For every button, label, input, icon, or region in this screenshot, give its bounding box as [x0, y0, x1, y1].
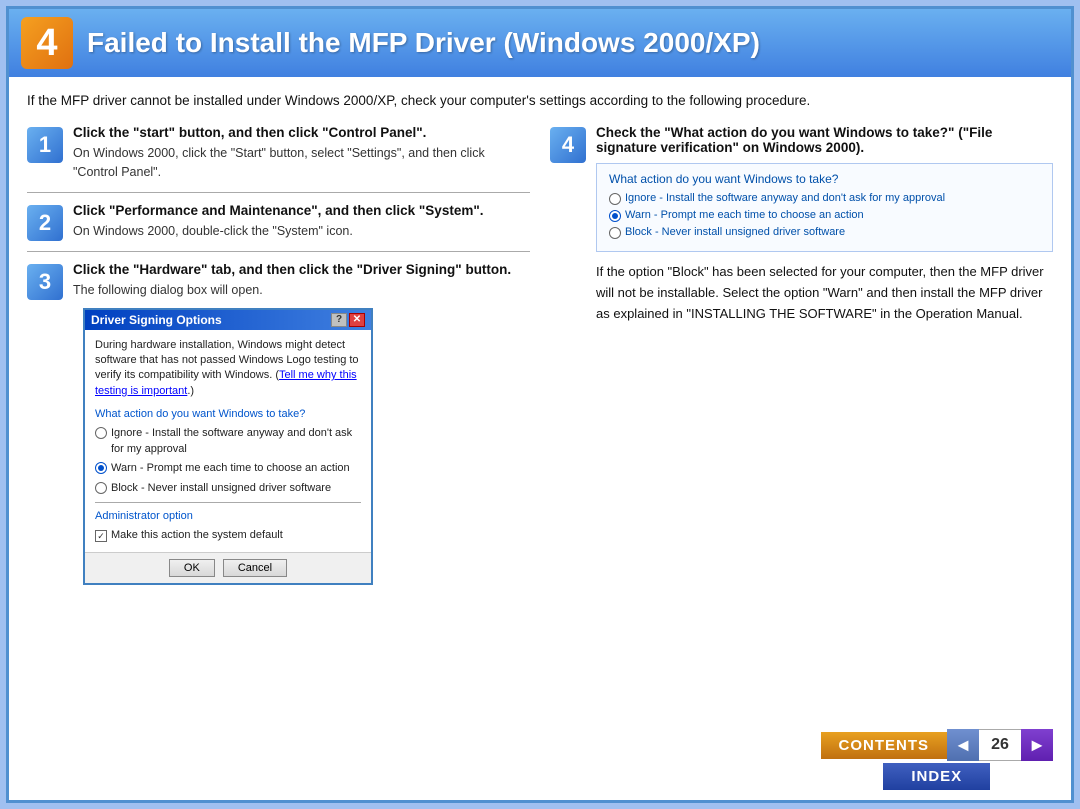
content-area: If the MFP driver cannot be installed un… [9, 77, 1071, 615]
intro-text: If the MFP driver cannot be installed un… [27, 91, 1053, 111]
step-3-desc: The following dialog box will open. [73, 281, 530, 300]
page-header: 4 Failed to Install the MFP Driver (Wind… [9, 9, 1071, 77]
step-4-content: Check the "What action do you want Windo… [596, 125, 1053, 324]
what-action-title: What action do you want Windows to take? [609, 172, 1040, 186]
result-text: If the option "Block" has been selected … [596, 262, 1053, 324]
step-2-block: 2 Click "Performance and Maintenance", a… [27, 203, 530, 252]
contents-button[interactable]: CONTENTS [821, 732, 948, 759]
dialog-separator [95, 502, 361, 503]
dialog-controls: ? ✕ [331, 313, 365, 327]
action-radio-block-dot [609, 227, 621, 239]
action-radio-block-label: Block - Never install unsigned driver so… [625, 226, 845, 238]
step-3-content: Click the "Hardware" tab, and then click… [73, 262, 530, 585]
nav-top-row: CONTENTS ◄ 26 ► [821, 729, 1054, 761]
dialog-link[interactable]: Tell me why this testing is important [95, 369, 357, 396]
dialog-radio-warn-dot [95, 462, 107, 474]
dialog-close-button[interactable]: ✕ [349, 313, 365, 327]
dialog-radio-ignore[interactable]: Ignore - Install the software anyway and… [95, 426, 361, 457]
dialog-section-title: What action do you want Windows to take? [95, 407, 361, 422]
dialog-body: During hardware installation, Windows mi… [85, 330, 371, 552]
action-radio-ignore-dot [609, 193, 621, 205]
dialog-title-text: Driver Signing Options [91, 313, 222, 327]
dialog-radio-warn-label: Warn - Prompt me each time to choose an … [111, 461, 350, 476]
index-button[interactable]: INDEX [883, 763, 990, 790]
step-1-block: 1 Click the "start" button, and then cli… [27, 125, 530, 193]
dialog-help-button[interactable]: ? [331, 313, 347, 327]
step-3-number: 3 [27, 264, 63, 300]
prev-page-button[interactable]: ◄ [947, 729, 979, 761]
what-action-box: What action do you want Windows to take?… [596, 163, 1053, 252]
dialog-radio-block-label: Block - Never install unsigned driver so… [111, 481, 331, 496]
step-1-content: Click the "start" button, and then click… [73, 125, 530, 182]
page-title: Failed to Install the MFP Driver (Window… [87, 27, 760, 59]
dialog-checkbox-option[interactable]: Make this action the system default [95, 528, 361, 543]
dialog-titlebar: Driver Signing Options ? ✕ [85, 310, 371, 330]
action-radio-ignore[interactable]: Ignore - Install the software anyway and… [609, 192, 1040, 205]
header-step-number: 4 [21, 17, 73, 69]
dialog-radio-ignore-dot [95, 427, 107, 439]
dialog-radio-ignore-label: Ignore - Install the software anyway and… [111, 426, 361, 457]
action-radio-warn-dot [609, 210, 621, 222]
step-4-number: 4 [550, 127, 586, 163]
step-4-block: 4 Check the "What action do you want Win… [550, 125, 1053, 324]
step-4-title: Check the "What action do you want Windo… [596, 125, 1053, 155]
page-number: 26 [979, 729, 1021, 761]
step-1-number: 1 [27, 127, 63, 163]
dialog-body-text: During hardware installation, Windows mi… [95, 338, 361, 400]
dialog-radio-block[interactable]: Block - Never install unsigned driver so… [95, 481, 361, 496]
step-2-number: 2 [27, 205, 63, 241]
step-2-desc: On Windows 2000, double-click the "Syste… [73, 222, 530, 241]
action-radio-warn[interactable]: Warn - Prompt me each time to choose an … [609, 209, 1040, 222]
step-3-block: 3 Click the "Hardware" tab, and then cli… [27, 262, 530, 595]
driver-signing-dialog: Driver Signing Options ? ✕ During hardwa… [83, 308, 373, 585]
dialog-radio-block-dot [95, 482, 107, 494]
right-column: 4 Check the "What action do you want Win… [550, 125, 1053, 605]
bottom-navigation: CONTENTS ◄ 26 ► INDEX [821, 729, 1054, 790]
step-3-title: Click the "Hardware" tab, and then click… [73, 262, 530, 277]
admin-section-title: Administrator option [95, 509, 361, 524]
step-1-title: Click the "start" button, and then click… [73, 125, 530, 140]
step-1-desc: On Windows 2000, click the "Start" butto… [73, 144, 530, 182]
dialog-footer: OK Cancel [85, 552, 371, 583]
action-radio-warn-label: Warn - Prompt me each time to choose an … [625, 209, 864, 221]
dialog-radio-warn[interactable]: Warn - Prompt me each time to choose an … [95, 461, 361, 476]
dialog-ok-button[interactable]: OK [169, 559, 215, 577]
step-2-title: Click "Performance and Maintenance", and… [73, 203, 530, 218]
action-radio-ignore-label: Ignore - Install the software anyway and… [625, 192, 945, 204]
step-2-content: Click "Performance and Maintenance", and… [73, 203, 530, 241]
dialog-checkbox[interactable] [95, 530, 107, 542]
dialog-checkbox-label: Make this action the system default [111, 528, 283, 543]
page-container: 4 Failed to Install the MFP Driver (Wind… [6, 6, 1074, 803]
action-radio-block[interactable]: Block - Never install unsigned driver so… [609, 226, 1040, 239]
nav-bottom-row: INDEX [883, 763, 990, 790]
left-column: 1 Click the "start" button, and then cli… [27, 125, 530, 605]
next-page-button[interactable]: ► [1021, 729, 1053, 761]
two-columns-layout: 1 Click the "start" button, and then cli… [27, 125, 1053, 605]
dialog-cancel-button[interactable]: Cancel [223, 559, 287, 577]
